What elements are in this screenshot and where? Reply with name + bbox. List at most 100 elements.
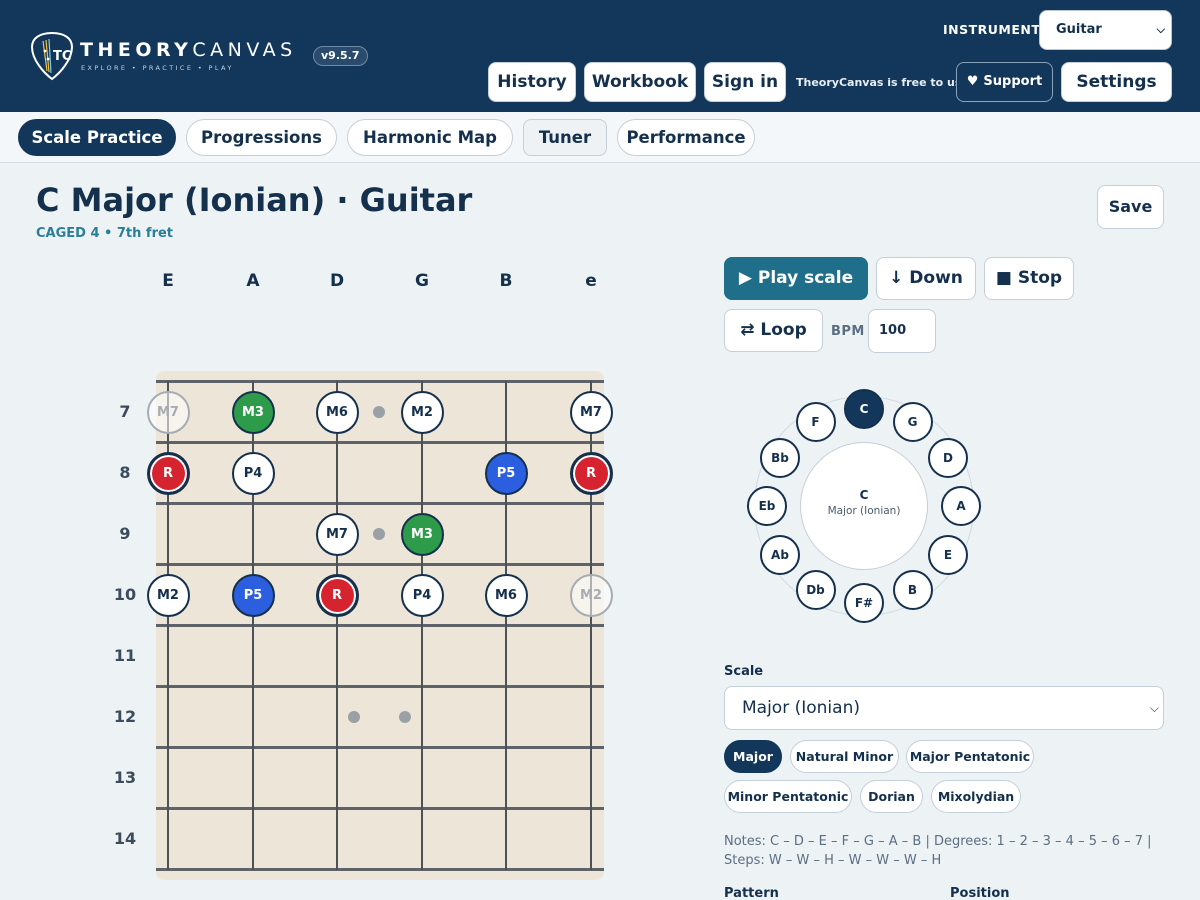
fret-number-label: 10 bbox=[113, 585, 137, 604]
brand-tagline: EXPLORE • PRACTICE • PLAY bbox=[81, 64, 234, 72]
fret-number-label: 12 bbox=[113, 707, 137, 726]
fret-wire bbox=[156, 502, 604, 505]
direction-label: Down bbox=[909, 268, 963, 288]
string-name-label: B bbox=[499, 271, 513, 291]
scale-note-marker[interactable]: R bbox=[315, 573, 359, 617]
guitar-string bbox=[336, 381, 338, 870]
scale-note-marker[interactable]: M7 bbox=[146, 390, 190, 434]
circle-key-b[interactable]: B bbox=[892, 570, 933, 610]
fret-wire bbox=[156, 563, 604, 566]
play-scale-button[interactable]: ▶ Play scale bbox=[724, 257, 868, 300]
string-name-label: G bbox=[415, 271, 429, 291]
support-button[interactable]: ♥ Support bbox=[956, 62, 1053, 102]
svg-text:TC: TC bbox=[53, 49, 71, 64]
center-mode: Major (Ionian) bbox=[827, 505, 901, 517]
mode-tab-bar: Scale Practice Progressions Harmonic Map… bbox=[0, 112, 1200, 163]
chip-major-pentatonic[interactable]: Major Pentatonic bbox=[906, 740, 1034, 773]
instrument-select[interactable]: Guitar ⌵ bbox=[1039, 10, 1172, 50]
sign-in-button[interactable]: Sign in bbox=[704, 62, 786, 102]
fret-wire bbox=[156, 624, 604, 627]
scale-notes-summary: Notes: C – D – E – F – G – A – B | Degre… bbox=[724, 834, 1152, 868]
guitar-pick-logo-icon[interactable]: TC bbox=[30, 31, 74, 81]
app-header: TC THEORYCANVAS EXPLORE • PRACTICE • PLA… bbox=[0, 0, 1200, 112]
direction-down-button[interactable]: ↓ Down bbox=[876, 257, 976, 300]
stop-icon: ■ bbox=[995, 268, 1012, 288]
fret-wire bbox=[156, 807, 604, 810]
instrument-value: Guitar bbox=[1056, 22, 1102, 37]
scale-note-marker[interactable]: P4 bbox=[400, 573, 444, 617]
scale-note-marker[interactable]: M6 bbox=[484, 573, 528, 617]
scale-note-marker[interactable]: P5 bbox=[231, 573, 275, 617]
brand-name: THEORYCANVAS bbox=[80, 39, 297, 61]
string-name-label: A bbox=[246, 271, 260, 291]
fret-number-label: 9 bbox=[119, 524, 131, 543]
play-icon: ▶ bbox=[738, 268, 752, 288]
tab-scale-practice[interactable]: Scale Practice bbox=[18, 119, 176, 156]
chip-minor-pentatonic[interactable]: Minor Pentatonic bbox=[724, 780, 852, 813]
stop-label: Stop bbox=[1017, 268, 1063, 288]
scale-select[interactable]: Major (Ionian) ⌵ bbox=[724, 686, 1164, 730]
scale-note-marker[interactable]: M2 bbox=[569, 573, 613, 617]
heart-icon: ♥ bbox=[966, 74, 979, 89]
loop-button[interactable]: ⇄ Loop bbox=[724, 309, 823, 352]
chip-mixolydian[interactable]: Mixolydian bbox=[931, 780, 1021, 813]
center-key: C bbox=[859, 488, 869, 502]
guitar-string bbox=[421, 381, 423, 870]
circle-key-e[interactable]: E bbox=[928, 534, 968, 575]
fret-inlay-dot bbox=[348, 711, 360, 723]
scale-note-marker[interactable]: M2 bbox=[146, 573, 190, 617]
loop-label: Loop bbox=[760, 320, 807, 340]
scale-note-marker[interactable]: M3 bbox=[400, 512, 444, 556]
fret-inlay-dot bbox=[399, 711, 411, 723]
circle-key-db[interactable]: Db bbox=[795, 570, 836, 610]
stop-button[interactable]: ■ Stop bbox=[984, 257, 1074, 300]
scale-select-value: Major (Ionian) bbox=[742, 698, 860, 718]
free-to-use-note: TheoryCanvas is free to use. bbox=[796, 76, 974, 89]
string-name-label: e bbox=[585, 271, 597, 291]
scale-note-marker[interactable]: P4 bbox=[231, 451, 275, 495]
circle-key-d[interactable]: D bbox=[928, 437, 968, 478]
circle-key-g[interactable]: G bbox=[892, 401, 933, 442]
arrow-down-icon: ↓ bbox=[889, 268, 904, 288]
scale-note-marker[interactable]: M2 bbox=[400, 390, 444, 434]
settings-button[interactable]: Settings bbox=[1061, 62, 1172, 102]
tab-tuner[interactable]: Tuner bbox=[523, 119, 607, 156]
fret-number-label: 11 bbox=[113, 646, 137, 665]
tab-performance[interactable]: Performance bbox=[617, 119, 755, 156]
bpm-input[interactable]: 100 bbox=[868, 309, 936, 353]
chip-dorian[interactable]: Dorian bbox=[860, 780, 923, 813]
fret-number-label: 14 bbox=[113, 829, 137, 848]
chip-major[interactable]: Major bbox=[724, 740, 782, 773]
scale-note-marker[interactable]: R bbox=[569, 451, 613, 495]
circle-key-ab[interactable]: Ab bbox=[759, 534, 800, 575]
position-label: Position bbox=[950, 886, 1010, 900]
instrument-label: INSTRUMENT bbox=[943, 22, 1041, 37]
position-subtitle: CAGED 4 • 7th fret bbox=[36, 226, 174, 241]
circle-key-a[interactable]: A bbox=[941, 486, 981, 526]
version-badge: v9.5.7 bbox=[313, 46, 368, 66]
circle-key-eb[interactable]: Eb bbox=[747, 486, 787, 526]
string-name-label: E bbox=[162, 271, 174, 291]
bpm-label: BPM bbox=[831, 324, 865, 339]
workbook-button[interactable]: Workbook bbox=[584, 62, 696, 102]
chip-natural-minor[interactable]: Natural Minor bbox=[790, 740, 899, 773]
circle-key-f[interactable]: F bbox=[795, 401, 836, 442]
history-button[interactable]: History bbox=[488, 62, 576, 102]
save-button[interactable]: Save bbox=[1097, 185, 1164, 229]
fret-wire bbox=[156, 746, 604, 749]
circle-key-f-sharp[interactable]: F# bbox=[844, 583, 884, 623]
scale-note-marker[interactable]: M6 bbox=[315, 390, 359, 434]
tab-progressions[interactable]: Progressions bbox=[186, 119, 337, 156]
fret-wire bbox=[156, 380, 604, 383]
chevron-down-icon: ⌵ bbox=[1149, 701, 1159, 715]
circle-key-c[interactable]: C bbox=[844, 389, 884, 429]
circle-key-bb[interactable]: Bb bbox=[759, 437, 800, 478]
fret-number-label: 7 bbox=[119, 402, 131, 421]
page-title: C Major (Ionian) · Guitar bbox=[36, 181, 473, 219]
tab-harmonic-map[interactable]: Harmonic Map bbox=[347, 119, 513, 156]
scale-note-marker[interactable]: P5 bbox=[484, 451, 528, 495]
scale-note-marker[interactable]: R bbox=[146, 451, 190, 495]
scale-note-marker[interactable]: M7 bbox=[315, 512, 359, 556]
scale-note-marker[interactable]: M3 bbox=[231, 390, 275, 434]
scale-note-marker[interactable]: M7 bbox=[569, 390, 613, 434]
